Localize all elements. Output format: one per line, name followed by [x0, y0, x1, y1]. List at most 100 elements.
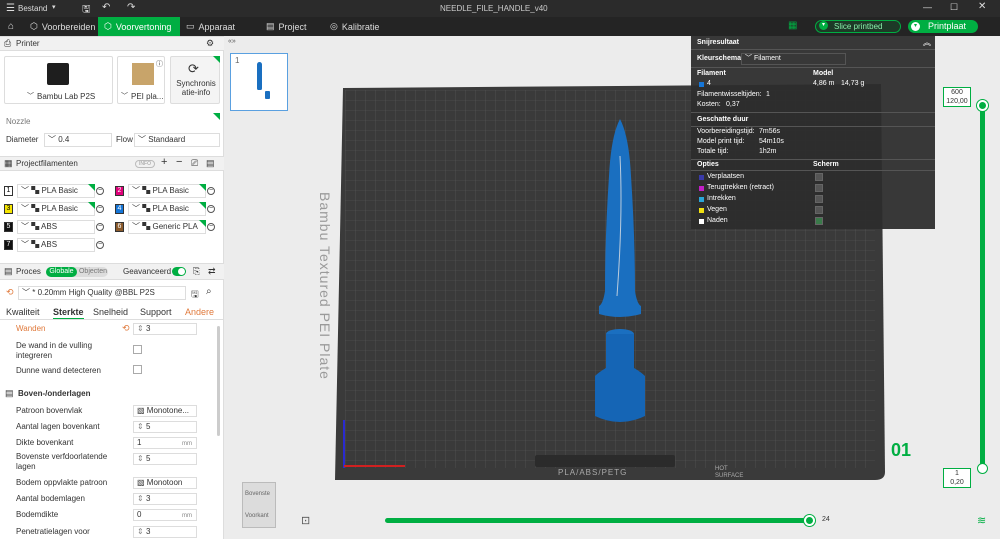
remove-filament-icon[interactable]: −: [207, 187, 215, 195]
copy-icon[interactable]: ⎘: [193, 265, 200, 278]
view-cube-front[interactable]: Voorkant: [245, 513, 269, 519]
maximize-icon[interactable]: ☐: [950, 2, 958, 13]
filament-select[interactable]: ﹀ ▚ ABS: [17, 238, 95, 252]
remove-filament-icon[interactable]: −: [207, 223, 215, 231]
plate-thumbnail[interactable]: 1: [230, 53, 288, 111]
thin-wall-checkbox[interactable]: [133, 365, 142, 374]
sync-filament-icon[interactable]: ⎚: [191, 157, 198, 170]
layers-stack-icon[interactable]: ≋: [977, 514, 986, 527]
filament-color-6[interactable]: 6: [115, 222, 124, 232]
tab-device[interactable]: ▭ Apparaat: [186, 17, 248, 36]
chevron-down-icon[interactable]: ﹀: [121, 91, 128, 101]
scope-toggle[interactable]: Globale Objecten: [46, 267, 108, 277]
remove-icon[interactable]: −: [176, 156, 182, 169]
remove-filament-icon[interactable]: −: [96, 187, 104, 195]
collapse-sidebar-icon[interactable]: «»: [228, 38, 236, 45]
print-button[interactable]: ▾ Printplaat: [908, 20, 978, 33]
filament-select[interactable]: ﹀ ▚ PLA Basic: [17, 202, 95, 216]
setting-input[interactable]: 1 mm: [133, 437, 197, 449]
setting-input[interactable]: ▧ Monotoon: [133, 477, 197, 489]
option-visibility-checkbox[interactable]: [815, 195, 823, 203]
filament-toggle[interactable]: INFO: [135, 160, 155, 168]
close-icon[interactable]: ✕: [978, 1, 986, 12]
advanced-toggle[interactable]: [172, 267, 186, 276]
toggle-objects[interactable]: Objecten: [78, 267, 108, 277]
scrollbar[interactable]: [217, 326, 220, 436]
model-needle-handle[interactable]: [585, 116, 655, 436]
diameter-select[interactable]: ﹀ 0.4: [44, 133, 112, 147]
add-icon[interactable]: +: [161, 156, 167, 169]
setting-input[interactable]: ⇕ 5: [133, 421, 197, 433]
flow-select[interactable]: ﹀ Standaard: [134, 133, 220, 147]
fit-view-icon[interactable]: ⊡: [301, 514, 310, 527]
slice-dropdown-icon[interactable]: ▾: [819, 21, 828, 30]
process-tab-0[interactable]: Kwaliteit: [6, 307, 40, 317]
remove-filament-icon[interactable]: −: [96, 241, 104, 249]
filament-select[interactable]: ﹀ ▚ PLA Basic: [17, 184, 95, 198]
layer-slider-top-handle[interactable]: [977, 100, 988, 111]
refresh-icon[interactable]: ⟲: [6, 287, 14, 298]
move-slider-handle[interactable]: [804, 515, 815, 526]
plate-card[interactable]: ⓘ ﹀ PEI pla...: [117, 56, 165, 104]
filament-color-1[interactable]: 1: [4, 186, 13, 196]
filament-color-5[interactable]: 5: [4, 222, 13, 232]
tab-prepare[interactable]: ⬡ Voorbereiden: [26, 17, 98, 36]
chevron-down-icon[interactable]: ▾: [52, 3, 56, 11]
process-tab-3[interactable]: Support: [140, 307, 172, 317]
printer-card[interactable]: ﹀ Bambu Lab P2S: [4, 56, 113, 104]
info-icon[interactable]: ⓘ: [156, 59, 163, 69]
home-icon[interactable]: ⌂: [8, 21, 14, 32]
3d-viewport[interactable]: «» 1 Bambu Textured PEI Plate PLA/ABS/PE…: [225, 36, 1000, 539]
setting-input[interactable]: ⇕ 3: [133, 526, 197, 538]
filament-color-3[interactable]: 3: [4, 204, 13, 214]
filament-select[interactable]: ﹀ ▚ PLA Basic: [128, 184, 206, 198]
settings-icon[interactable]: ▤: [206, 157, 215, 170]
menu-icon[interactable]: ☰: [6, 3, 15, 14]
filament-select[interactable]: ﹀ ▚ ABS: [17, 220, 95, 234]
process-tab-2[interactable]: Snelheid: [93, 307, 128, 317]
process-tab-4[interactable]: Andere: [185, 307, 214, 317]
filament-select[interactable]: ﹀ ▚ Generic PLA: [128, 220, 206, 234]
filament-color-2[interactable]: 2: [115, 186, 124, 196]
infill-wall-checkbox[interactable]: [133, 345, 142, 354]
collapse-icon[interactable]: ︽: [923, 37, 931, 48]
setting-input[interactable]: ⇕ 5: [133, 453, 197, 465]
tab-project[interactable]: ▤ Project: [266, 17, 326, 36]
option-visibility-checkbox[interactable]: [815, 173, 823, 181]
save-preset-icon[interactable]: 🖫: [191, 287, 199, 303]
process-preset-select[interactable]: ﹀ * 0.20mm High Quality @BBL P2S: [18, 286, 186, 300]
undo-icon[interactable]: ↶: [102, 2, 110, 13]
option-visibility-checkbox[interactable]: [815, 206, 823, 214]
filament-color-7[interactable]: 7: [4, 240, 13, 250]
move-slider[interactable]: [385, 518, 813, 523]
color-scheme-select[interactable]: ﹀ Filament: [741, 53, 846, 65]
plates-grid-icon[interactable]: ▦: [788, 20, 797, 31]
sync-button[interactable]: ⟳ Synchronisatie-info: [170, 56, 220, 104]
search-icon[interactable]: ⌕: [206, 286, 212, 297]
remove-filament-icon[interactable]: −: [207, 205, 215, 213]
file-menu[interactable]: Bestand: [18, 4, 47, 13]
remove-filament-icon[interactable]: −: [96, 223, 104, 231]
toggle-global[interactable]: Globale: [46, 267, 77, 277]
view-cube[interactable]: Bovenste Voorkant: [242, 482, 276, 528]
slice-button[interactable]: ▾ Slice printbed: [815, 20, 901, 33]
tab-calibration[interactable]: ◎ Kalibratie: [330, 17, 400, 36]
remove-filament-icon[interactable]: −: [96, 205, 104, 213]
reset-icon[interactable]: ⟲: [122, 323, 130, 334]
layer-slider-bottom-handle[interactable]: [977, 463, 988, 474]
option-visibility-checkbox[interactable]: [815, 217, 823, 225]
setting-input[interactable]: ⇕ 3: [133, 493, 197, 505]
chevron-down-icon[interactable]: ﹀: [27, 91, 34, 101]
setting-input[interactable]: 0 mm: [133, 509, 197, 521]
gear-icon[interactable]: ⚙: [206, 37, 214, 50]
layer-slider-track[interactable]: [980, 105, 985, 470]
print-dropdown-icon[interactable]: ▾: [911, 22, 920, 31]
view-cube-top[interactable]: Bovenste: [245, 491, 270, 497]
redo-icon[interactable]: ↷: [127, 2, 135, 13]
minimize-icon[interactable]: —: [923, 2, 932, 12]
tab-preview[interactable]: ⬡ Voorvertoning: [98, 17, 180, 36]
compare-icon[interactable]: ⇄: [208, 265, 216, 278]
filament-color-4[interactable]: 4: [115, 204, 124, 214]
setting-input[interactable]: ▧ Monotone...: [133, 405, 197, 417]
option-visibility-checkbox[interactable]: [815, 184, 823, 192]
